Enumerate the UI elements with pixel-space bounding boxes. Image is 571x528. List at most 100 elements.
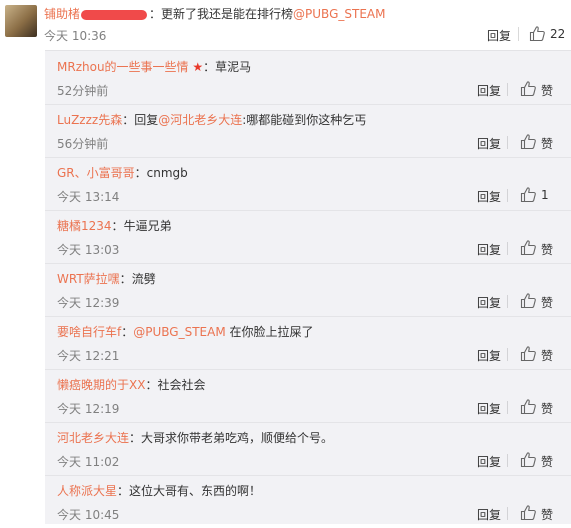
comment-text-line: 糖橘1234：牛逼兄弟 [57,217,172,234]
list-item: WRT萨拉嘿：流劈 今天 12:39 回复 赞 [45,263,571,317]
divider [507,401,508,414]
like-label[interactable]: 赞 [541,453,553,470]
post-header: 铺助楮 ：更新了我还是能在排行榜@PUBG_STEAM 今天 10:36 回复 2… [0,0,571,48]
comment-list: MRzhou的一些事一些情 ★：草泥马 52分钟前 回复 赞 LuZzzz先森：… [45,50,571,524]
comment-separator: ： [121,325,134,339]
comment-time: 今天 11:02 [57,455,120,469]
comment-username[interactable]: 河北老乡大连 [57,431,129,445]
list-item: 人称派大星：这位大哥有、东西的啊！ 今天 10:45 回复 赞 [45,475,571,528]
thumbs-up-icon[interactable] [520,292,537,309]
thumbs-up-icon[interactable] [520,504,537,521]
reply-button[interactable]: 回复 [477,241,501,258]
comment-username[interactable]: WRT萨拉嘿 [57,272,120,286]
reply-button[interactable]: 回复 [477,347,501,364]
thumbs-up-icon[interactable] [520,451,537,468]
list-item: 河北老乡大连：大哥求你带老弟吃鸡，顺便给个号。 今天 11:02 回复 赞 [45,422,571,476]
comment-text-line: MRzhou的一些事一些情 ★：草泥马 [57,58,251,75]
comment-text-line: LuZzzz先森：回复@河北老乡大连:哪都能碰到你这种乞丐 [57,111,366,128]
comment-text: 大哥求你带老弟吃鸡，顺便给个号。 [141,431,334,445]
reply-button[interactable]: 回复 [477,82,501,99]
like-label[interactable]: 赞 [541,506,553,523]
comment-text: 在你脸上拉屎了 [225,325,314,339]
thumbs-up-icon[interactable] [529,25,546,42]
like-label[interactable]: 赞 [541,135,553,152]
avatar[interactable] [5,5,37,37]
divider [507,454,508,467]
reply-button[interactable]: 回复 [477,506,501,523]
list-item: 糖橘1234：牛逼兄弟 今天 13:03 回复 赞 [45,210,571,264]
comment-text: 草泥马 [215,60,252,74]
like-count: 1 [541,188,549,202]
post-reply-button[interactable]: 回复 [487,27,511,44]
reply-button[interactable]: 回复 [477,188,501,205]
comment-separator: ： [129,431,142,445]
star-icon: ★ [192,60,204,74]
comment-mention[interactable]: @PUBG_STEAM [133,325,225,339]
comment-text-line: GR、小富哥哥：cnmgb [57,164,188,181]
list-item: 要啥自行车f：@PUBG_STEAM 在你脸上拉屎了 今天 12:21 回复 赞 [45,316,571,370]
list-item: MRzhou的一些事一些情 ★：草泥马 52分钟前 回复 赞 [45,51,571,105]
comment-username[interactable]: 懒癌晚期的于XX [57,378,145,392]
comment-time: 今天 12:39 [57,296,120,310]
list-item: 懒癌晚期的于XX：社会社会 今天 12:19 回复 赞 [45,369,571,423]
comment-separator: ： [203,60,216,74]
post-time: 今天 10:36 [44,29,107,43]
comment-time: 52分钟前 [57,84,109,98]
comment-separator: ：回复 [122,113,159,127]
thumbs-up-icon[interactable] [520,345,537,362]
reply-button[interactable]: 回复 [477,135,501,152]
comment-separator: ： [111,219,124,233]
reply-button[interactable]: 回复 [477,400,501,417]
post-username[interactable]: 铺助楮 [44,7,80,21]
comment-text-line: 人称派大星：这位大哥有、东西的啊！ [57,482,261,499]
reply-button[interactable]: 回复 [477,294,501,311]
comment-text-line: 要啥自行车f：@PUBG_STEAM 在你脸上拉屎了 [57,323,314,340]
like-label[interactable]: 赞 [541,241,553,258]
comment-text-line: 河北老乡大连：大哥求你带老弟吃鸡，顺便给个号。 [57,429,333,446]
comment-text: 这位大哥有、东西的啊！ [129,484,262,498]
comment-separator: ： [119,272,132,286]
thumbs-up-icon[interactable] [520,80,537,97]
comment-username[interactable]: LuZzzz先森 [57,113,122,127]
divider [507,295,508,308]
comment-text: :哪都能碰到你这种乞丐 [242,113,367,127]
comment-text: 社会社会 [157,378,206,392]
divider [507,507,508,520]
comment-time: 今天 13:14 [57,190,120,204]
like-label[interactable]: 赞 [541,347,553,364]
divider [507,242,508,255]
thumbs-up-icon[interactable] [520,133,537,150]
comment-time: 今天 12:19 [57,402,120,416]
list-item: LuZzzz先森：回复@河北老乡大连:哪都能碰到你这种乞丐 56分钟前 回复 赞 [45,104,571,158]
comment-time: 56分钟前 [57,137,109,151]
post-text-line: 铺助楮 ：更新了我还是能在排行榜@PUBG_STEAM [44,5,385,22]
comment-username[interactable]: 人称派大星 [57,484,117,498]
divider [507,189,508,202]
thumbs-up-icon[interactable] [520,398,537,415]
comment-time: 今天 12:21 [57,349,120,363]
comment-username[interactable]: 要啥自行车f [57,325,121,339]
like-label[interactable]: 赞 [541,294,553,311]
comment-username[interactable]: 糖橘1234 [57,219,112,233]
comment-time: 今天 13:03 [57,243,120,257]
post-text: ：更新了我还是能在排行榜 [149,7,294,21]
list-item: GR、小富哥哥：cnmgb 今天 13:14 回复 1 [45,157,571,211]
thumbs-up-icon[interactable] [520,186,537,203]
comment-mention[interactable]: @河北老乡大连 [158,113,242,127]
thumbs-up-icon[interactable] [520,239,537,256]
comment-text: cnmgb [146,166,188,180]
comment-username[interactable]: MRzhou的一些事一些情 [57,60,189,74]
post-mention[interactable]: @PUBG_STEAM [293,7,385,21]
like-label[interactable]: 赞 [541,400,553,417]
comment-username[interactable]: GR、小富哥哥 [57,166,135,180]
divider [507,83,508,96]
divider [507,348,508,361]
comment-separator: ： [134,166,147,180]
comment-text-line: 懒癌晚期的于XX：社会社会 [57,376,205,393]
post-like-count: 22 [550,27,566,41]
like-label[interactable]: 赞 [541,82,553,99]
reply-button[interactable]: 回复 [477,453,501,470]
divider [518,27,519,41]
comment-text-line: WRT萨拉嘿：流劈 [57,270,156,287]
comment-separator: ： [117,484,130,498]
